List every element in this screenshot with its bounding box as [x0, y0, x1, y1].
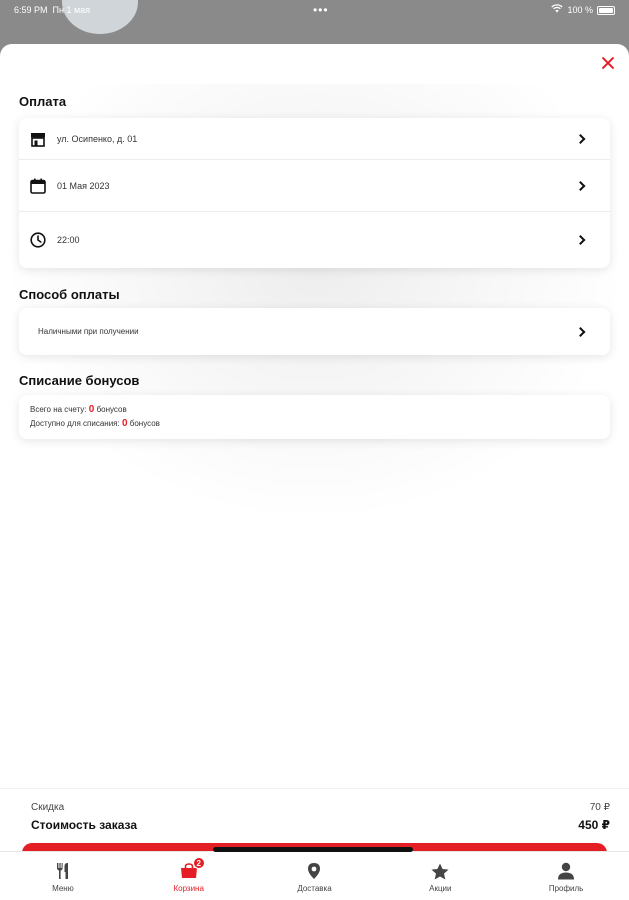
time-label: 22:00 — [57, 235, 80, 245]
bonus-total-suffix: бонусов — [96, 405, 127, 414]
cart-icon: 2 — [179, 857, 205, 881]
order-sum-row: Стоимость заказа 450 ₽ — [31, 818, 610, 832]
bonus-available-line: Доступно для списания: 0 бонусов — [19, 417, 610, 431]
star-icon — [430, 861, 450, 881]
payment-method-value: Наличными при получении — [38, 327, 139, 336]
chevron-right-icon — [575, 133, 586, 144]
fork-knife-icon — [53, 861, 73, 881]
discount-value: 70 ₽ — [589, 802, 610, 813]
multitask-dots[interactable]: ••• — [313, 3, 329, 17]
payment-method-card[interactable]: Наличными при получении — [19, 308, 610, 355]
status-time: 6:59 PM — [14, 5, 48, 15]
tab-menu[interactable]: Меню — [0, 852, 126, 900]
bonus-available-value: 0 — [121, 418, 128, 429]
tab-promotions[interactable]: Акции — [377, 852, 503, 900]
home-indicator[interactable] — [213, 847, 413, 852]
payment-method-title: Способ оплаты — [19, 287, 120, 302]
payment-method-row[interactable]: Наличными при получении — [19, 308, 610, 355]
chevron-right-icon — [575, 326, 586, 337]
date-label: 01 Мая 2023 — [57, 180, 110, 191]
address-label: ул. Осипенко, д. 01 — [57, 133, 138, 144]
date-row[interactable]: 01 Мая 2023 — [19, 159, 610, 211]
order-sum-label: Стоимость заказа — [31, 818, 138, 832]
tab-promotions-label: Акции — [429, 884, 452, 893]
tab-profile[interactable]: Профиль — [503, 852, 629, 900]
store-icon — [29, 130, 47, 148]
wifi-icon — [551, 4, 564, 16]
tab-cart-label: Корзина — [173, 884, 204, 893]
location-pin-icon — [304, 861, 324, 881]
bonus-total-value: 0 — [88, 404, 95, 415]
bonuses-title: Списание бонусов — [19, 373, 140, 388]
bonus-available-suffix: бонусов — [129, 419, 160, 428]
tab-delivery-label: Доставка — [297, 884, 332, 893]
order-details-card: ул. Осипенко, д. 01 01 Мая 2023 22:00 — [19, 118, 610, 268]
chevron-right-icon — [575, 180, 586, 191]
battery-percent: 100 % — [567, 5, 593, 15]
user-icon — [556, 861, 576, 881]
status-bar: 6:59 PM Пн 1 мая ••• 100 % — [0, 0, 629, 20]
time-row[interactable]: 22:00 — [19, 211, 610, 268]
bonus-total-prefix: Всего на счету: — [30, 405, 87, 414]
status-right: 100 % — [551, 4, 615, 16]
tab-menu-label: Меню — [52, 884, 74, 893]
bonuses-card: Всего на счету: 0 бонусов Доступно для с… — [19, 395, 610, 439]
discount-label: Скидка — [31, 802, 65, 813]
battery-icon — [596, 5, 615, 15]
status-date: Пн 1 мая — [52, 5, 91, 15]
bonus-total-line: Всего на счету: 0 бонусов — [19, 403, 610, 417]
discount-row: Скидка 70 ₽ — [31, 802, 610, 813]
close-icon[interactable] — [599, 54, 617, 72]
bonus-available-prefix: Доступно для списания: — [30, 419, 120, 428]
tab-bar: Меню 2 Корзина Доставка Акции Профиль — [0, 851, 629, 900]
payment-sheet: Оплата ул. Осипенко, д. 01 01 Мая 2023 2… — [0, 44, 629, 900]
sheet-title: Оплата — [19, 94, 67, 109]
address-row[interactable]: ул. Осипенко, д. 01 — [19, 118, 610, 159]
order-sum-value: 450 ₽ — [578, 818, 610, 832]
tab-delivery[interactable]: Доставка — [252, 852, 378, 900]
calendar-icon — [29, 177, 47, 195]
chevron-right-icon — [575, 235, 586, 245]
tab-profile-label: Профиль — [548, 884, 584, 893]
cart-badge: 2 — [192, 857, 205, 869]
clock-icon — [29, 231, 47, 249]
tab-cart[interactable]: 2 Корзина — [126, 852, 252, 900]
status-time-date: 6:59 PM Пн 1 мая — [14, 5, 90, 15]
